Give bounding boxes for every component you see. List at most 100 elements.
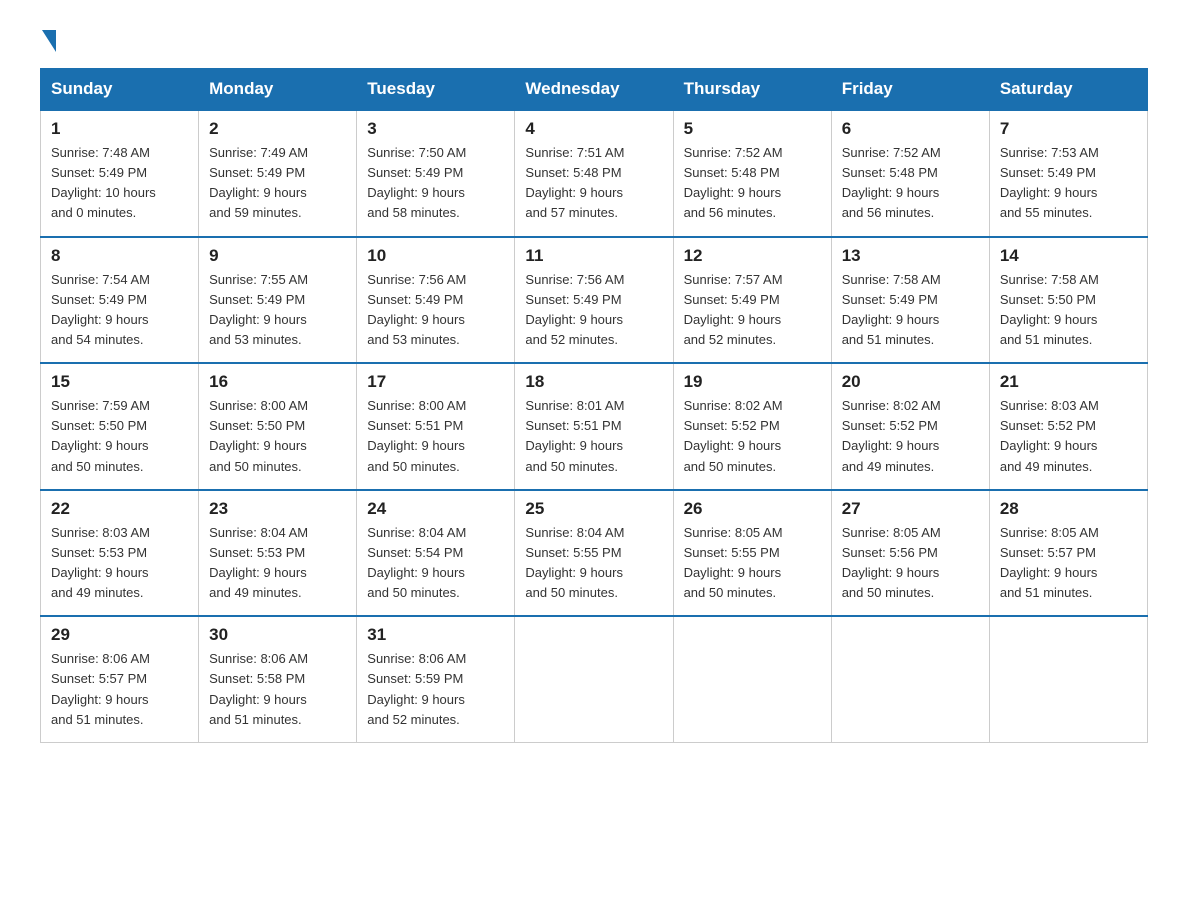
day-number: 27 xyxy=(842,499,979,519)
day-info: Sunrise: 7:48 AMSunset: 5:49 PMDaylight:… xyxy=(51,145,156,220)
calendar-day-cell: 27 Sunrise: 8:05 AMSunset: 5:56 PMDaylig… xyxy=(831,490,989,617)
calendar-day-cell: 14 Sunrise: 7:58 AMSunset: 5:50 PMDaylig… xyxy=(989,237,1147,364)
calendar-table: SundayMondayTuesdayWednesdayThursdayFrid… xyxy=(40,68,1148,743)
calendar-day-cell: 23 Sunrise: 8:04 AMSunset: 5:53 PMDaylig… xyxy=(199,490,357,617)
day-number: 19 xyxy=(684,372,821,392)
day-number: 26 xyxy=(684,499,821,519)
day-info: Sunrise: 7:51 AMSunset: 5:48 PMDaylight:… xyxy=(525,145,624,220)
calendar-week-row: 29 Sunrise: 8:06 AMSunset: 5:57 PMDaylig… xyxy=(41,616,1148,742)
day-info: Sunrise: 7:57 AMSunset: 5:49 PMDaylight:… xyxy=(684,272,783,347)
day-info: Sunrise: 8:02 AMSunset: 5:52 PMDaylight:… xyxy=(684,398,783,473)
day-info: Sunrise: 7:53 AMSunset: 5:49 PMDaylight:… xyxy=(1000,145,1099,220)
day-number: 7 xyxy=(1000,119,1137,139)
day-number: 14 xyxy=(1000,246,1137,266)
day-info: Sunrise: 8:06 AMSunset: 5:58 PMDaylight:… xyxy=(209,651,308,726)
day-number: 28 xyxy=(1000,499,1137,519)
day-info: Sunrise: 7:58 AMSunset: 5:50 PMDaylight:… xyxy=(1000,272,1099,347)
calendar-day-cell: 11 Sunrise: 7:56 AMSunset: 5:49 PMDaylig… xyxy=(515,237,673,364)
day-number: 15 xyxy=(51,372,188,392)
day-info: Sunrise: 8:03 AMSunset: 5:53 PMDaylight:… xyxy=(51,525,150,600)
day-info: Sunrise: 7:56 AMSunset: 5:49 PMDaylight:… xyxy=(525,272,624,347)
day-number: 18 xyxy=(525,372,662,392)
calendar-week-row: 8 Sunrise: 7:54 AMSunset: 5:49 PMDayligh… xyxy=(41,237,1148,364)
day-number: 9 xyxy=(209,246,346,266)
calendar-day-cell: 18 Sunrise: 8:01 AMSunset: 5:51 PMDaylig… xyxy=(515,363,673,490)
calendar-day-cell: 24 Sunrise: 8:04 AMSunset: 5:54 PMDaylig… xyxy=(357,490,515,617)
day-number: 12 xyxy=(684,246,821,266)
day-info: Sunrise: 7:52 AMSunset: 5:48 PMDaylight:… xyxy=(842,145,941,220)
calendar-week-row: 22 Sunrise: 8:03 AMSunset: 5:53 PMDaylig… xyxy=(41,490,1148,617)
day-info: Sunrise: 7:54 AMSunset: 5:49 PMDaylight:… xyxy=(51,272,150,347)
day-number: 23 xyxy=(209,499,346,519)
day-number: 2 xyxy=(209,119,346,139)
calendar-day-cell: 16 Sunrise: 8:00 AMSunset: 5:50 PMDaylig… xyxy=(199,363,357,490)
day-number: 30 xyxy=(209,625,346,645)
day-info: Sunrise: 7:58 AMSunset: 5:49 PMDaylight:… xyxy=(842,272,941,347)
calendar-day-cell xyxy=(989,616,1147,742)
calendar-day-cell: 21 Sunrise: 8:03 AMSunset: 5:52 PMDaylig… xyxy=(989,363,1147,490)
calendar-day-cell: 5 Sunrise: 7:52 AMSunset: 5:48 PMDayligh… xyxy=(673,110,831,237)
day-info: Sunrise: 8:05 AMSunset: 5:57 PMDaylight:… xyxy=(1000,525,1099,600)
day-info: Sunrise: 8:05 AMSunset: 5:56 PMDaylight:… xyxy=(842,525,941,600)
day-info: Sunrise: 8:04 AMSunset: 5:53 PMDaylight:… xyxy=(209,525,308,600)
day-number: 8 xyxy=(51,246,188,266)
day-number: 22 xyxy=(51,499,188,519)
calendar-day-cell: 31 Sunrise: 8:06 AMSunset: 5:59 PMDaylig… xyxy=(357,616,515,742)
day-number: 17 xyxy=(367,372,504,392)
calendar-day-cell xyxy=(673,616,831,742)
header-saturday: Saturday xyxy=(989,69,1147,111)
day-info: Sunrise: 8:02 AMSunset: 5:52 PMDaylight:… xyxy=(842,398,941,473)
logo xyxy=(40,30,56,48)
header-wednesday: Wednesday xyxy=(515,69,673,111)
calendar-day-cell: 2 Sunrise: 7:49 AMSunset: 5:49 PMDayligh… xyxy=(199,110,357,237)
calendar-day-cell: 20 Sunrise: 8:02 AMSunset: 5:52 PMDaylig… xyxy=(831,363,989,490)
day-number: 1 xyxy=(51,119,188,139)
calendar-day-cell: 15 Sunrise: 7:59 AMSunset: 5:50 PMDaylig… xyxy=(41,363,199,490)
header-friday: Friday xyxy=(831,69,989,111)
day-number: 5 xyxy=(684,119,821,139)
day-number: 20 xyxy=(842,372,979,392)
calendar-day-cell: 8 Sunrise: 7:54 AMSunset: 5:49 PMDayligh… xyxy=(41,237,199,364)
day-info: Sunrise: 8:03 AMSunset: 5:52 PMDaylight:… xyxy=(1000,398,1099,473)
calendar-day-cell: 19 Sunrise: 8:02 AMSunset: 5:52 PMDaylig… xyxy=(673,363,831,490)
day-number: 16 xyxy=(209,372,346,392)
page-header xyxy=(40,30,1148,48)
day-info: Sunrise: 8:01 AMSunset: 5:51 PMDaylight:… xyxy=(525,398,624,473)
calendar-day-cell: 3 Sunrise: 7:50 AMSunset: 5:49 PMDayligh… xyxy=(357,110,515,237)
day-info: Sunrise: 8:00 AMSunset: 5:51 PMDaylight:… xyxy=(367,398,466,473)
calendar-day-cell: 25 Sunrise: 8:04 AMSunset: 5:55 PMDaylig… xyxy=(515,490,673,617)
calendar-day-cell: 12 Sunrise: 7:57 AMSunset: 5:49 PMDaylig… xyxy=(673,237,831,364)
day-number: 6 xyxy=(842,119,979,139)
calendar-day-cell: 13 Sunrise: 7:58 AMSunset: 5:49 PMDaylig… xyxy=(831,237,989,364)
day-info: Sunrise: 8:04 AMSunset: 5:54 PMDaylight:… xyxy=(367,525,466,600)
calendar-day-cell: 26 Sunrise: 8:05 AMSunset: 5:55 PMDaylig… xyxy=(673,490,831,617)
day-info: Sunrise: 8:04 AMSunset: 5:55 PMDaylight:… xyxy=(525,525,624,600)
header-monday: Monday xyxy=(199,69,357,111)
day-number: 11 xyxy=(525,246,662,266)
calendar-day-cell: 28 Sunrise: 8:05 AMSunset: 5:57 PMDaylig… xyxy=(989,490,1147,617)
calendar-day-cell: 17 Sunrise: 8:00 AMSunset: 5:51 PMDaylig… xyxy=(357,363,515,490)
day-info: Sunrise: 7:52 AMSunset: 5:48 PMDaylight:… xyxy=(684,145,783,220)
calendar-day-cell: 7 Sunrise: 7:53 AMSunset: 5:49 PMDayligh… xyxy=(989,110,1147,237)
calendar-day-cell: 4 Sunrise: 7:51 AMSunset: 5:48 PMDayligh… xyxy=(515,110,673,237)
header-sunday: Sunday xyxy=(41,69,199,111)
day-info: Sunrise: 8:06 AMSunset: 5:57 PMDaylight:… xyxy=(51,651,150,726)
day-info: Sunrise: 7:56 AMSunset: 5:49 PMDaylight:… xyxy=(367,272,466,347)
header-thursday: Thursday xyxy=(673,69,831,111)
header-tuesday: Tuesday xyxy=(357,69,515,111)
calendar-day-cell: 29 Sunrise: 8:06 AMSunset: 5:57 PMDaylig… xyxy=(41,616,199,742)
calendar-day-cell: 1 Sunrise: 7:48 AMSunset: 5:49 PMDayligh… xyxy=(41,110,199,237)
calendar-day-cell xyxy=(831,616,989,742)
day-number: 3 xyxy=(367,119,504,139)
day-number: 25 xyxy=(525,499,662,519)
calendar-day-cell: 9 Sunrise: 7:55 AMSunset: 5:49 PMDayligh… xyxy=(199,237,357,364)
day-info: Sunrise: 7:50 AMSunset: 5:49 PMDaylight:… xyxy=(367,145,466,220)
calendar-day-cell: 30 Sunrise: 8:06 AMSunset: 5:58 PMDaylig… xyxy=(199,616,357,742)
day-info: Sunrise: 8:00 AMSunset: 5:50 PMDaylight:… xyxy=(209,398,308,473)
calendar-day-cell: 22 Sunrise: 8:03 AMSunset: 5:53 PMDaylig… xyxy=(41,490,199,617)
day-number: 31 xyxy=(367,625,504,645)
logo-triangle-icon xyxy=(42,30,56,52)
day-number: 29 xyxy=(51,625,188,645)
calendar-day-cell xyxy=(515,616,673,742)
calendar-header-row: SundayMondayTuesdayWednesdayThursdayFrid… xyxy=(41,69,1148,111)
